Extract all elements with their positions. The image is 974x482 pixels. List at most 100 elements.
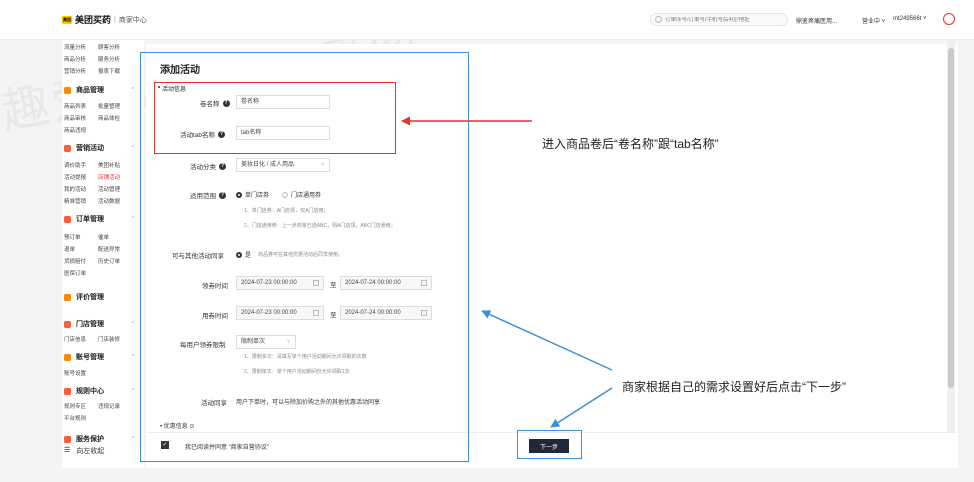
sidebar-item[interactable]: 商品违规 <box>64 126 90 134</box>
sidebar-item-row: 营销分析 报表下载 <box>64 67 124 75</box>
sidebar-item[interactable]: 账号设置 <box>64 369 90 377</box>
sidebar-item[interactable]: 美团补贴 <box>98 161 124 169</box>
sidebar-item-row: 门店信息 门店装修 <box>64 335 124 343</box>
sidebar-item[interactable]: 流量分析 <box>64 43 90 51</box>
sidebar-item[interactable]: 营销分析 <box>64 67 90 75</box>
market-section-icon <box>64 144 71 152</box>
scrollbar-thumb[interactable] <box>948 48 954 388</box>
sidebar-item-row: 调价助手 美团补贴 <box>64 161 124 169</box>
sidebar-item[interactable]: 门店信息 <box>64 335 90 343</box>
sidebar-item[interactable]: 店铺活动 <box>98 173 124 181</box>
chevron-up-icon: ^ <box>131 145 134 151</box>
sidebar-item[interactable]: 商品分析 <box>64 55 90 63</box>
sidebar-item[interactable]: 预订单 <box>64 233 90 241</box>
store-section-icon <box>64 320 71 328</box>
menu-icon: ☰ <box>64 447 71 454</box>
chevron-up-icon: ^ <box>131 436 134 442</box>
sidebar-item[interactable]: 平台规则 <box>64 414 90 422</box>
sidebar-item[interactable]: 批量管理 <box>98 102 124 110</box>
chevron-up-icon: ^ <box>131 87 134 93</box>
sidebar-item[interactable]: 配送异常 <box>98 245 124 253</box>
sidebar-item[interactable]: 我的活动 <box>64 185 90 193</box>
sidebar-item[interactable]: 活动管理 <box>98 185 124 193</box>
sidebar-collapse[interactable]: ☰ 向左收起 <box>64 446 104 456</box>
sidebar-item[interactable]: 商品列表 <box>64 102 90 110</box>
sidebar-item-row: 流量分析 顾客分析 <box>64 43 124 51</box>
sidebar-section-review[interactable]: 评价管理 <box>64 292 138 302</box>
user-account-dropdown[interactable]: mt249566t ˅ <box>893 16 927 22</box>
sidebar-item[interactable]: 服务分析 <box>98 55 124 63</box>
order-search[interactable] <box>650 13 788 26</box>
sidebar-item-row: 商品违规 <box>64 126 90 134</box>
sidebar-section-label: 服务保护 <box>76 436 104 443</box>
sidebar-item[interactable]: 顾客分析 <box>98 43 124 51</box>
brand-name: 美团买药 <box>75 15 112 25</box>
sidebar-section-label: 账号管理 <box>76 354 104 361</box>
sidebar-item[interactable]: 活动数据 <box>98 197 124 205</box>
chevron-up-icon: ^ <box>131 388 134 394</box>
chevron-up-icon: ^ <box>131 216 134 222</box>
sidebar-section-label: 订单管理 <box>76 216 104 223</box>
order-section-icon <box>64 215 71 223</box>
sidebar-section-label: 规则中心 <box>76 388 104 395</box>
sidebar-item[interactable]: 退单 <box>64 245 90 253</box>
top-bar: 美团 美团买药 | 商家中心 鼎鉴疼痛医用... 营业中 ˅ mt249566t… <box>0 0 974 40</box>
sidebar-section-rules[interactable]: 规则中心 ^ <box>64 386 138 396</box>
sidebar-item[interactable]: 医保订单 <box>64 269 90 277</box>
notification-icon[interactable] <box>943 13 955 25</box>
sidebar-item[interactable]: 货损赔付 <box>64 257 90 265</box>
sidebar-item-row: 平台规则 <box>64 414 90 422</box>
account-section-icon <box>64 353 71 361</box>
business-status-dropdown[interactable]: 营业中 ˅ <box>862 16 885 25</box>
brand-logo[interactable]: 美团 美团买药 | 商家中心 <box>62 13 147 26</box>
sidebar-item[interactable]: 调价助手 <box>64 161 90 169</box>
sidebar-section-label: 营销活动 <box>76 145 104 152</box>
store-name[interactable]: 鼎鉴疼痛医用... <box>796 16 837 25</box>
sidebar-section-label: 门店管理 <box>76 321 104 328</box>
sidebar-item-row: 账号设置 <box>64 369 90 377</box>
sidebar-item-row: 货损赔付 历史订单 <box>64 257 124 265</box>
sidebar-section-account[interactable]: 账号管理 ^ <box>64 352 138 362</box>
sidebar-item-row: 预订单 催单 <box>64 233 124 241</box>
sidebar-section-goods[interactable]: 商品管理 ^ <box>64 85 138 95</box>
goods-section-icon <box>64 86 71 94</box>
sidebar-item-row: 商品列表 批量管理 <box>64 102 124 110</box>
sidebar-item-row: 商品审核 商品体检 <box>64 114 124 122</box>
chevron-up-icon: ^ <box>131 321 134 327</box>
sidebar-item[interactable]: 历史订单 <box>98 257 124 265</box>
sidebar-item-row: 精准营销 活动数据 <box>64 197 124 205</box>
sidebar-item[interactable]: 商品体检 <box>98 114 124 122</box>
rules-section-icon <box>64 387 71 395</box>
review-section-icon <box>64 293 71 301</box>
brand-separator: | <box>114 16 116 23</box>
sidebar-item[interactable]: 门店装修 <box>98 335 124 343</box>
chevron-up-icon: ^ <box>131 354 134 360</box>
search-input[interactable] <box>665 16 785 23</box>
sidebar-item-row: 商品分析 服务分析 <box>64 55 124 63</box>
sidebar-item[interactable]: 规则专区 <box>64 402 90 410</box>
portal-name: 商家中心 <box>118 16 147 24</box>
annotation-bottom: 商家根据自己的需求设置好后点击“下一步” <box>622 380 846 394</box>
sidebar-item[interactable]: 催单 <box>98 233 124 241</box>
sidebar-section-market[interactable]: 营销活动 ^ <box>64 143 138 153</box>
highlight-next-button-box <box>517 430 582 459</box>
sidebar-section-order[interactable]: 订单管理 ^ <box>64 214 138 224</box>
sidebar-section-data[interactable]: 服务保护 ^ <box>64 434 138 444</box>
search-icon <box>655 16 662 23</box>
sidebar-item[interactable]: 活动提报 <box>64 173 90 181</box>
sidebar-item[interactable]: 商品审核 <box>64 114 90 122</box>
sidebar-section-label: 商品管理 <box>76 87 104 94</box>
sidebar-item[interactable]: 精准营销 <box>64 197 90 205</box>
sidebar-item-row: 我的活动 活动管理 <box>64 185 124 193</box>
meituan-logo-icon: 美团 <box>62 15 72 24</box>
sidebar-section-store[interactable]: 门店管理 ^ <box>64 319 138 329</box>
annotation-top: 进入商品卷后“卷名称”跟“tab名称” <box>542 137 719 151</box>
sidebar-item-row: 规则专区 违规记录 <box>64 402 124 410</box>
sidebar-item-row: 退单 配送异常 <box>64 245 124 253</box>
sidebar-section-label: 评价管理 <box>76 294 104 301</box>
highlight-name-fields-box <box>154 82 396 154</box>
data-section-icon <box>64 435 71 443</box>
sidebar-item[interactable]: 报表下载 <box>98 67 124 75</box>
sidebar-item-row: 医保订单 <box>64 269 90 277</box>
sidebar-item[interactable]: 违规记录 <box>98 402 124 410</box>
